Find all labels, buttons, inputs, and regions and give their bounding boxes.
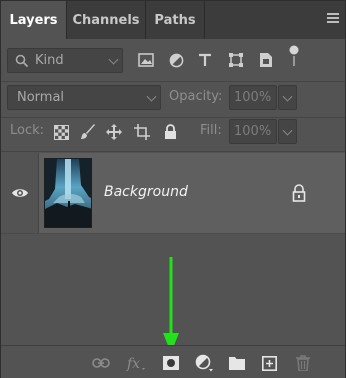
kind-filter-select[interactable]: Kind: [7, 48, 123, 73]
lock-position-icon[interactable]: [105, 123, 123, 141]
blend-mode-select[interactable]: Normal: [7, 85, 161, 110]
tab-channels[interactable]: Channels: [67, 1, 145, 39]
eye-icon: [12, 189, 28, 197]
lock-label: Lock:: [10, 123, 45, 138]
blend-mode-value: Normal: [17, 90, 65, 105]
lock-transparent-pixels-icon[interactable]: [52, 123, 70, 141]
divider: [1, 81, 345, 82]
layer-name[interactable]: Background: [104, 184, 188, 200]
visibility-toggle[interactable]: [1, 153, 39, 233]
fill-label: Fill:: [200, 123, 222, 138]
filter-toggle-icon[interactable]: [285, 45, 303, 66]
chevron-down-icon: [108, 54, 119, 65]
annotation-arrow-icon: [163, 257, 179, 353]
lock-all-icon[interactable]: [161, 123, 179, 141]
divider: [1, 233, 345, 234]
svg-text:fx: fx: [126, 356, 140, 371]
tab-layers[interactable]: Layers: [1, 1, 66, 39]
search-icon: [15, 54, 29, 67]
delete-layer-icon[interactable]: [294, 354, 312, 372]
tab-bar: Layers Channels Paths: [1, 1, 345, 39]
panel-menu-icon[interactable]: [327, 13, 339, 23]
bottom-toolbar: fx: [1, 345, 345, 378]
fill-dropdown-button[interactable]: [278, 119, 297, 144]
opacity-input[interactable]: 100%: [229, 85, 277, 110]
opacity-dropdown-button[interactable]: [278, 85, 297, 110]
new-layer-icon[interactable]: [260, 354, 278, 372]
adjustment-layer-icon[interactable]: [195, 354, 213, 372]
kind-label: Kind: [35, 53, 64, 68]
opacity-label: Opacity:: [169, 89, 223, 104]
lock-image-pixels-icon[interactable]: [79, 123, 97, 141]
tab-divider: [204, 1, 205, 39]
divider: [1, 151, 345, 152]
lock-artboard-icon[interactable]: [133, 123, 151, 141]
fill-input[interactable]: 100%: [229, 119, 277, 144]
opacity-value: 100%: [234, 90, 272, 105]
fx-icon[interactable]: fx: [125, 354, 147, 372]
chevron-down-icon: [146, 91, 157, 102]
new-group-icon[interactable]: [228, 354, 246, 372]
fill-value: 100%: [234, 124, 272, 139]
layers-panel: Layers Channels Paths Kind Normal Opacit…: [0, 0, 346, 378]
layer-thumbnail[interactable]: [44, 158, 92, 228]
chevron-down-icon: [282, 125, 293, 136]
image-filter-icon[interactable]: [137, 51, 155, 69]
shape-filter-icon[interactable]: [227, 51, 245, 69]
chevron-down-icon: [282, 91, 293, 102]
link-layers-icon[interactable]: [92, 354, 110, 372]
type-filter-icon[interactable]: [196, 51, 214, 69]
tab-paths[interactable]: Paths: [146, 1, 204, 39]
divider: [1, 117, 345, 118]
add-mask-icon[interactable]: [162, 354, 180, 372]
smart-object-filter-icon[interactable]: [257, 51, 275, 69]
layer-lock-icon[interactable]: [291, 184, 307, 202]
adjustment-filter-icon[interactable]: [167, 51, 185, 69]
layer-row-background[interactable]: Background: [1, 153, 345, 233]
